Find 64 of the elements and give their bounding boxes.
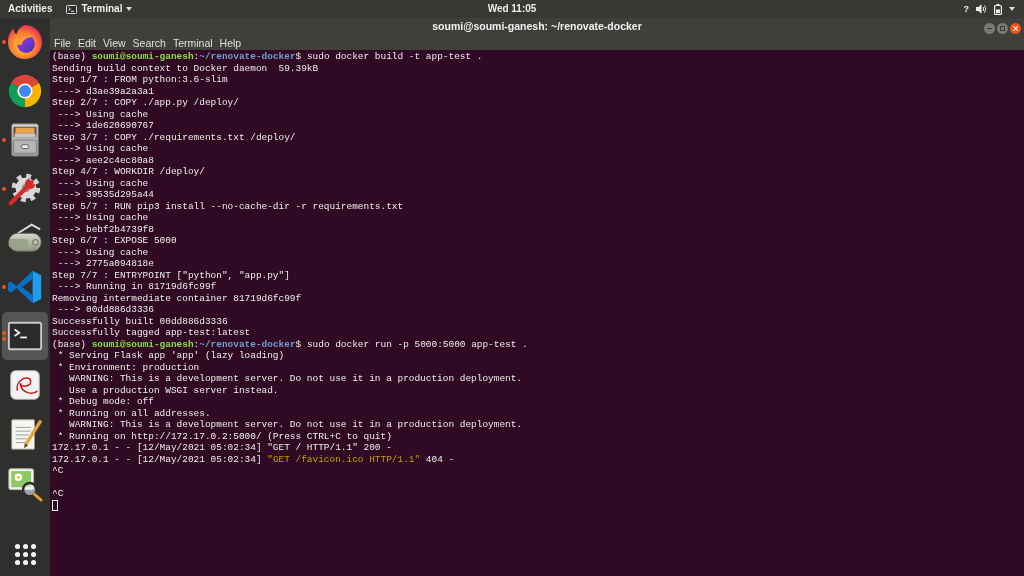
terminal-line: Step 4/7 : WORKDIR /deploy/: [52, 166, 205, 178]
dock-item[interactable]: [2, 312, 48, 360]
menu-item[interactable]: View: [100, 36, 129, 50]
terminal-line: ---> aee2c4ec80a8: [56, 154, 154, 166]
menu-item[interactable]: Edit: [74, 36, 99, 50]
activities-button[interactable]: Activities: [8, 0, 53, 18]
terminal-line: Step 6/7 : EXPOSE 5000: [52, 235, 177, 247]
terminal-line: ---> d3ae39a2a3a1: [56, 85, 154, 97]
terminal-line: Step 1/7 : FROM python:3.6-slim: [52, 74, 228, 86]
terminal-line: ---> Running in 81719d6fc99f: [56, 281, 217, 293]
terminal-line: * Debug mode: off: [56, 396, 154, 408]
terminal-line: (base) soumi@soumi-ganesh:~/renovate-docker$ sudo docker run -p 5000:5000 app-test .: [52, 338, 528, 350]
menu-item[interactable]: File: [51, 36, 74, 50]
terminal-line: * Running on all addresses.: [56, 407, 211, 419]
angled-ribbon-icon: [6, 268, 44, 306]
maximize-icon: [1000, 26, 1005, 31]
caret-icon: [126, 7, 133, 11]
terminal-line: ---> 2775a094818e: [56, 258, 154, 270]
terminal-line: Step 3/7 : COPY ./requirements.txt /deploy/: [52, 131, 296, 143]
close-button[interactable]: [1010, 23, 1021, 34]
terminal-line: Step 5/7 : RUN pip3 install --no-cache-dir -r requirements.txt: [52, 200, 404, 212]
terminal-line: * Running on http://172.17.0.2:5000/ (Press CTRL+C to quit): [56, 430, 392, 442]
terminal-line: ---> Using cache: [56, 212, 149, 224]
minimize-button[interactable]: [984, 23, 995, 34]
terminal-line: Step 2/7 : COPY ./app.py /deploy/: [52, 97, 239, 109]
menu-item[interactable]: Search: [129, 36, 169, 50]
terminal-line: ---> 00dd886d3336: [56, 304, 154, 316]
terminal-line: ^C: [52, 465, 64, 477]
minimize-icon: [987, 28, 992, 29]
help-indicator[interactable]: ?: [963, 0, 969, 18]
menu-item[interactable]: Terminal: [169, 36, 216, 50]
tricolor-circle-icon: [6, 72, 44, 110]
menu-item[interactable]: Help: [216, 36, 245, 50]
terminal-line: ^C: [52, 488, 64, 500]
terminal-line: Use a production WSGI server instead.: [68, 384, 279, 396]
terminal-line: * Environment: production: [56, 361, 200, 373]
terminal-line: ---> 39535d295a44: [56, 189, 154, 201]
terminal-line: ---> 1de620690767: [56, 120, 154, 132]
terminal-line: ---> bebf2b4739f8: [56, 223, 154, 235]
flame-globe-icon: [6, 23, 44, 61]
volume-icon[interactable]: [976, 4, 987, 14]
terminal-line: 172.17.0.1 - - [12/May/2021 05:02:34] "GET /favicon.ico HTTP/1.1" 404 -: [52, 453, 455, 465]
terminal-line: Successfully tagged app-test:latest: [52, 327, 251, 339]
terminal-line: ---> Using cache: [56, 108, 149, 120]
app-menu-button[interactable]: Terminal: [64, 1, 135, 17]
terminal-line: ---> Using cache: [56, 143, 149, 155]
terminal-line: Successfully built 00dd886d3336: [52, 315, 228, 327]
terminal-icon: [66, 4, 78, 14]
terminal-line: (base) soumi@soumi-ganesh:~/renovate-docker$ sudo docker build -t app-test .: [52, 51, 483, 63]
window-title: soumi@soumi-ganesh: ~/renovate-docker: [432, 19, 642, 35]
terminal-line: WARNING: This is a development server. Do not use it in a production deployment.: [68, 373, 523, 385]
terminal-line: WARNING: This is a development server. Do not use it in a production deployment.: [68, 419, 523, 431]
terminal-line: Removing intermediate container 81719d6fc99f: [52, 292, 302, 304]
app-grid-icon: [14, 543, 36, 565]
terminal-line: 172.17.0.1 - - [12/May/2021 05:02:34] "GET / HTTP/1.1" 200 -: [52, 442, 392, 454]
caret-icon[interactable]: [1009, 7, 1015, 11]
close-icon: [1013, 26, 1018, 31]
terminal-line: Sending build context to Docker daemon 59.39kB: [52, 62, 319, 74]
terminal-line: ---> Using cache: [56, 177, 149, 189]
terminal-line: Step 7/7 : ENTRYPOINT ["python", "app.py"]: [52, 269, 290, 281]
clock[interactable]: Wed 11:05: [485, 1, 539, 17]
terminal-line: * Serving Flask app 'app' (lazy loading): [56, 350, 285, 362]
battery-icon[interactable]: [994, 3, 1002, 15]
terminal-line: ---> Using cache: [56, 246, 149, 258]
